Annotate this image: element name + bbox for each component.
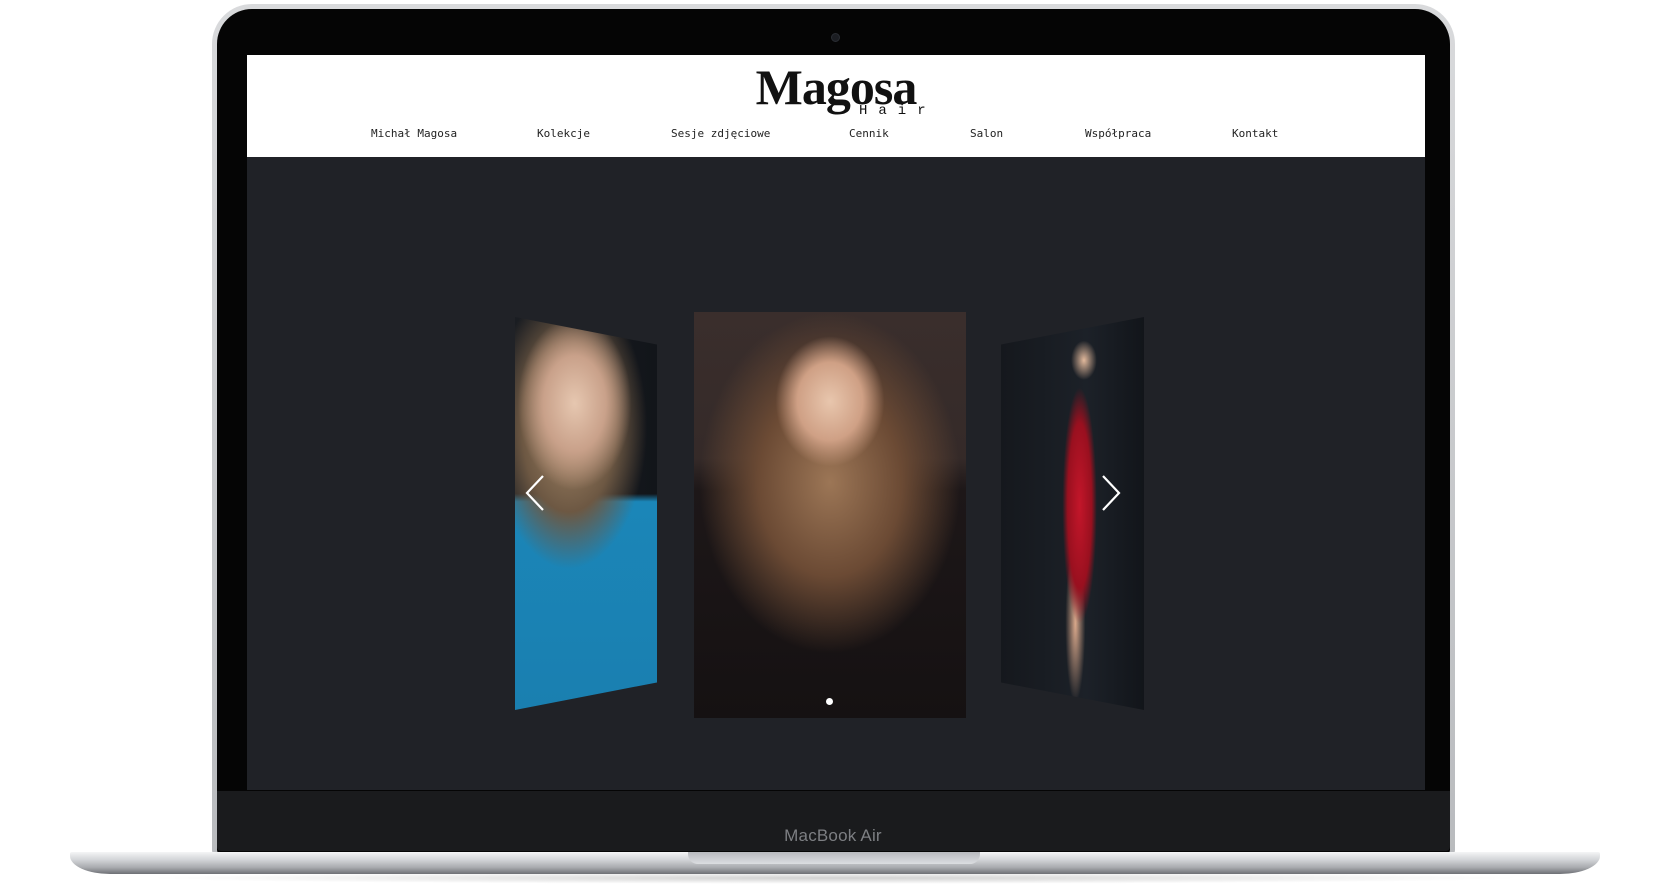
- nav-item-kolekcje[interactable]: Kolekcje: [537, 127, 590, 140]
- carousel-slide-active[interactable]: [694, 312, 966, 718]
- site-header: Magosa Hair Michał Magosa Kolekcje Sesje…: [247, 55, 1425, 157]
- carousel-next-button[interactable]: [1099, 473, 1123, 513]
- nav-item-cennik[interactable]: Cennik: [849, 127, 889, 140]
- nav-item-wspolpraca[interactable]: Współpraca: [1085, 127, 1151, 140]
- carousel-slide-next[interactable]: [1001, 317, 1144, 710]
- chevron-right-icon: [1102, 475, 1121, 511]
- carousel-dot-active[interactable]: [826, 698, 833, 705]
- logo-subtitle: Hair: [859, 103, 937, 119]
- carousel-prev-button[interactable]: [523, 473, 547, 513]
- device-label: MacBook Air: [784, 826, 882, 845]
- laptop-notch: [688, 852, 980, 864]
- nav-item-sesje-zdjeciowe[interactable]: Sesje zdjęciowe: [671, 127, 770, 140]
- chevron-left-icon: [525, 475, 544, 511]
- site-logo[interactable]: Magosa Hair: [247, 59, 1425, 121]
- nav-item-michal-magosa[interactable]: Michał Magosa: [371, 127, 457, 140]
- camera-icon: [831, 33, 840, 42]
- nav-item-salon[interactable]: Salon: [970, 127, 1003, 140]
- carousel-dots: [807, 697, 857, 707]
- hero-carousel: [247, 157, 1425, 790]
- carousel-slide-prev[interactable]: [515, 317, 657, 710]
- screen: Magosa Hair Michał Magosa Kolekcje Sesje…: [247, 55, 1425, 790]
- main-nav: Michał Magosa Kolekcje Sesje zdjęciowe C…: [247, 127, 1425, 147]
- nav-item-kontakt[interactable]: Kontakt: [1232, 127, 1278, 140]
